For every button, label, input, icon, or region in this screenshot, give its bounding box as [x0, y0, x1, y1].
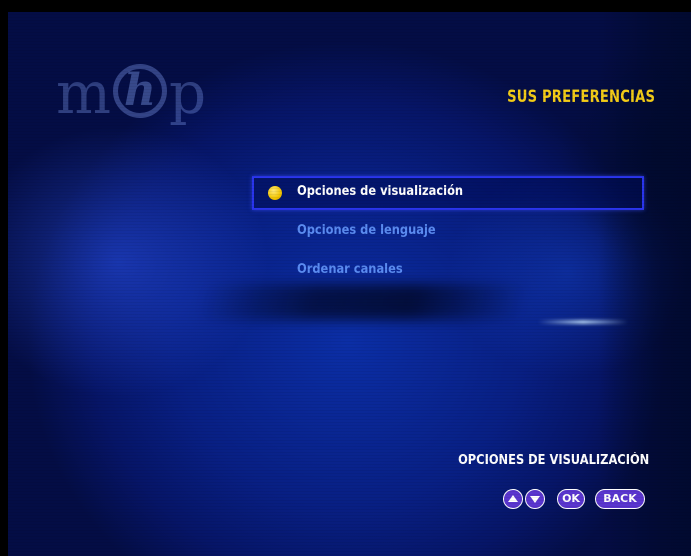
- page-title: SUS PREFERENCIAS: [506, 87, 655, 107]
- logo-letter-m: m: [56, 59, 111, 127]
- menu-item-sort-channels[interactable]: Ordenar canales: [252, 254, 644, 288]
- menu-item-display-options[interactable]: Opciones de visualización: [252, 176, 644, 210]
- tv-screen: mhp SUS PREFERENCIAS Opciones de visuali…: [0, 0, 691, 556]
- menu-item-label: Ordenar canales: [297, 262, 403, 277]
- back-key[interactable]: BACK: [595, 489, 645, 509]
- ok-key[interactable]: OK: [557, 489, 585, 509]
- remote-key-legend: OK BACK: [503, 489, 645, 509]
- menu-item-label: Opciones de visualización: [297, 184, 464, 199]
- mhp-menu-background: mhp SUS PREFERENCIAS Opciones de visuali…: [8, 12, 691, 556]
- logo-letter-p: p: [169, 59, 207, 127]
- selection-bullet-icon: [268, 186, 282, 200]
- logo-at-ring: h: [113, 64, 167, 118]
- menu-item-language-options[interactable]: Opciones de lenguaje: [252, 215, 644, 249]
- logo-letter-h: h: [124, 65, 156, 116]
- section-label: OPCIONES DE VISUALIZACIÓN: [457, 453, 649, 468]
- down-key[interactable]: [525, 489, 545, 509]
- up-key[interactable]: [503, 489, 523, 509]
- triangle-up-icon: [508, 495, 518, 502]
- preferences-menu: Opciones de visualización Opciones de le…: [252, 176, 644, 293]
- background-glint: [538, 320, 628, 324]
- triangle-down-icon: [530, 496, 540, 503]
- menu-item-label: Opciones de lenguaje: [297, 223, 436, 238]
- mhp-logo: mhp: [56, 58, 206, 128]
